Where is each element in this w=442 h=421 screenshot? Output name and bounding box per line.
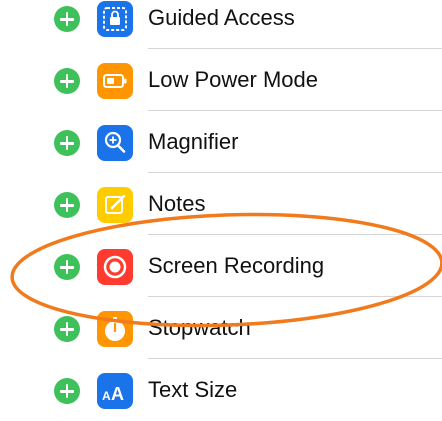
- list-item-magnifier[interactable]: Magnifier: [0, 111, 442, 173]
- add-icon[interactable]: [54, 68, 80, 94]
- list-item-label: Text Size: [148, 377, 238, 402]
- magnifier-icon: [97, 125, 133, 161]
- add-icon[interactable]: [54, 130, 80, 156]
- svg-text:A: A: [102, 389, 111, 403]
- notes-icon: [97, 187, 133, 223]
- list-item-label: Notes: [148, 191, 206, 216]
- list-item-label: Low Power Mode: [148, 67, 318, 92]
- record-icon: [97, 249, 133, 285]
- list-item-text-size[interactable]: A A Text Size: [0, 359, 442, 421]
- guided-access-icon: [97, 1, 133, 37]
- battery-icon: [97, 63, 133, 99]
- add-icon[interactable]: [54, 6, 80, 32]
- list-item-label: Stopwatch: [148, 315, 251, 340]
- stopwatch-icon: [97, 311, 133, 347]
- list-item-low-power-mode[interactable]: Low Power Mode: [0, 49, 442, 111]
- list-item-guided-access[interactable]: Guided Access: [0, 0, 442, 49]
- list-item-label: Guided Access: [148, 5, 295, 30]
- list-item-stopwatch[interactable]: Stopwatch: [0, 297, 442, 359]
- add-icon[interactable]: [54, 254, 80, 280]
- list-item-screen-recording[interactable]: Screen Recording: [0, 235, 442, 297]
- add-icon[interactable]: [54, 192, 80, 218]
- list-item-notes[interactable]: Notes: [0, 173, 442, 235]
- add-icon[interactable]: [54, 378, 80, 404]
- controls-list: Guided Access Low Power Mode Magnifier N…: [0, 0, 442, 409]
- svg-text:A: A: [111, 384, 124, 404]
- list-item-label: Magnifier: [148, 129, 239, 154]
- list-item-label: Screen Recording: [148, 253, 325, 278]
- add-icon[interactable]: [54, 316, 80, 342]
